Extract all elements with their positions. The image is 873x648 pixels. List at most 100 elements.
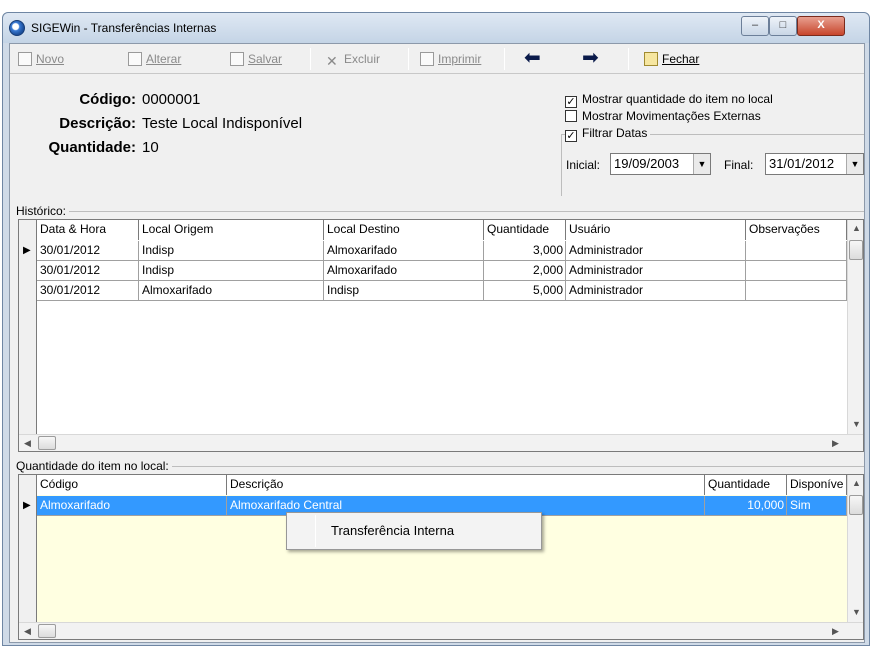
column-header[interactable]: Local Destino <box>324 220 484 240</box>
historico-grid-header: Data & Hora Local Origem Local Destino Q… <box>37 220 847 240</box>
imprimir-label: Imprimir <box>438 52 482 66</box>
checkbox-box[interactable]: ✓ <box>565 96 577 108</box>
context-menu-gutter <box>315 515 316 547</box>
current-row-pointer-icon: ▶ <box>23 245 31 256</box>
checkbox-box[interactable]: ✓ <box>565 130 577 142</box>
fechar-button[interactable]: Fechar <box>644 49 699 69</box>
minimize-button[interactable]: – <box>741 16 769 36</box>
final-label: Final: <box>724 158 754 172</box>
scroll-down-icon[interactable]: ▼ <box>848 604 863 621</box>
table-cell[interactable]: Indisp <box>139 241 324 261</box>
column-header[interactable]: Data & Hora <box>37 220 139 240</box>
current-row-pointer-icon: ▶ <box>23 500 31 511</box>
table-row[interactable]: ▶ 30/01/2012 Indisp Almoxarifado 3,000 A… <box>19 241 847 261</box>
inicial-date-value: 19/09/2003 <box>614 156 680 171</box>
app-icon <box>9 20 25 36</box>
alterar-button[interactable]: Alterar <box>128 49 181 69</box>
scroll-thumb[interactable] <box>38 624 56 638</box>
scroll-down-icon[interactable]: ▼ <box>848 416 863 433</box>
scroll-right-icon[interactable]: ▶ <box>827 435 844 451</box>
table-cell[interactable] <box>746 241 847 261</box>
excluir-button[interactable]: ✕ Excluir <box>326 49 380 69</box>
column-header[interactable]: Usuário <box>566 220 746 240</box>
table-cell[interactable]: 2,000 <box>484 261 566 281</box>
table-cell[interactable]: Indisp <box>139 261 324 281</box>
historico-grid[interactable]: Data & Hora Local Origem Local Destino Q… <box>18 219 864 452</box>
close-button[interactable]: X <box>797 16 845 36</box>
table-cell[interactable]: Almoxarifado <box>37 496 227 516</box>
scroll-thumb[interactable] <box>849 495 863 515</box>
final-date-combo[interactable]: 31/01/2012 ▼ <box>765 153 864 175</box>
toolbar-separator <box>310 48 311 70</box>
filtrar-datas-checkbox[interactable]: ✓ Filtrar Datas <box>565 126 651 142</box>
table-cell[interactable] <box>746 281 847 301</box>
table-cell[interactable]: Almoxarifado <box>324 241 484 261</box>
maximize-button[interactable]: □ <box>769 16 797 36</box>
table-cell[interactable]: Administrador <box>566 281 746 301</box>
previous-record-arrow-icon[interactable]: ⬅ <box>524 48 541 68</box>
window-title: SIGEWin - Transferências Internas <box>31 21 217 35</box>
table-row[interactable]: 30/01/2012 Indisp Almoxarifado 2,000 Adm… <box>19 261 847 281</box>
column-header[interactable]: Quantidade <box>484 220 566 240</box>
table-cell[interactable]: Sim <box>787 496 847 516</box>
new-document-icon <box>18 52 32 66</box>
table-cell[interactable]: 3,000 <box>484 241 566 261</box>
novo-button[interactable]: Novo <box>18 49 64 69</box>
scroll-up-icon[interactable]: ▲ <box>848 220 863 237</box>
column-header[interactable]: Observações <box>746 220 847 240</box>
table-cell[interactable]: 10,000 <box>705 496 787 516</box>
historico-horizontal-scrollbar[interactable]: ◀ ▶ <box>19 434 863 451</box>
chevron-down-icon[interactable]: ▼ <box>846 154 863 174</box>
table-cell[interactable] <box>746 261 847 281</box>
codigo-value: 0000001 <box>142 91 201 108</box>
title-bar[interactable]: SIGEWin - Transferências Internas – □ X <box>3 13 869 43</box>
column-header[interactable]: Disponíve <box>787 475 847 495</box>
column-header[interactable]: Código <box>37 475 227 495</box>
transferencia-interna-menu-item[interactable]: Transferência Interna <box>331 523 454 538</box>
quantidade-local-horizontal-scrollbar[interactable]: ◀ ▶ <box>19 622 863 639</box>
table-row[interactable]: 30/01/2012 Almoxarifado Indisp 5,000 Adm… <box>19 281 847 301</box>
delete-icon: ✕ <box>326 53 338 69</box>
table-cell[interactable]: Administrador <box>566 241 746 261</box>
alterar-label: Alterar <box>146 52 182 66</box>
chevron-down-icon[interactable]: ▼ <box>693 154 710 174</box>
toolbar: Novo Alterar Salvar ✕ Excluir Imprimir ⬅ … <box>10 44 864 74</box>
column-header[interactable]: Local Origem <box>139 220 324 240</box>
quantidade-value: 10 <box>142 139 159 156</box>
fechar-label: Fechar <box>662 52 700 66</box>
historico-vertical-scrollbar[interactable]: ▲ ▼ <box>847 220 863 434</box>
quantidade-local-vertical-scrollbar[interactable]: ▲ ▼ <box>847 475 863 622</box>
salvar-label: Salvar <box>248 52 283 66</box>
scroll-right-icon[interactable]: ▶ <box>827 623 844 639</box>
table-cell[interactable]: 30/01/2012 <box>37 241 139 261</box>
imprimir-button[interactable]: Imprimir <box>420 49 481 69</box>
column-header[interactable]: Quantidade <box>705 475 787 495</box>
divider <box>16 211 864 212</box>
inicial-date-combo[interactable]: 19/09/2003 ▼ <box>610 153 711 175</box>
table-cell[interactable]: Almoxarifado <box>139 281 324 301</box>
table-cell[interactable]: 30/01/2012 <box>37 281 139 301</box>
salvar-button[interactable]: Salvar <box>230 49 282 69</box>
scroll-up-icon[interactable]: ▲ <box>848 475 863 492</box>
scroll-thumb[interactable] <box>849 240 863 260</box>
quantidade-local-grid[interactable]: Código Descrição Quantidade Disponíve ▶ … <box>18 474 864 640</box>
checkbox-box[interactable] <box>565 110 577 122</box>
table-cell[interactable]: Indisp <box>324 281 484 301</box>
table-cell[interactable]: Administrador <box>566 261 746 281</box>
column-header[interactable]: Descrição <box>227 475 705 495</box>
table-cell[interactable]: 5,000 <box>484 281 566 301</box>
mostrar-quantidade-checkbox[interactable]: ✓ Mostrar quantidade do item no local <box>565 92 773 108</box>
table-cell[interactable]: 30/01/2012 <box>37 261 139 281</box>
scroll-left-icon[interactable]: ◀ <box>19 435 36 451</box>
scroll-left-icon[interactable]: ◀ <box>19 623 36 639</box>
quantidade-local-grid-header: Código Descrição Quantidade Disponíve <box>37 475 847 495</box>
next-record-arrow-icon[interactable]: ➡ <box>582 48 599 68</box>
mostrar-movimentacoes-checkbox[interactable]: Mostrar Movimentações Externas <box>565 109 761 123</box>
scroll-thumb[interactable] <box>38 436 56 450</box>
printer-icon <box>420 52 434 66</box>
context-menu: Transferência Interna <box>286 512 542 550</box>
toolbar-separator <box>628 48 629 70</box>
table-cell[interactable]: Almoxarifado <box>324 261 484 281</box>
close-door-icon <box>644 52 658 66</box>
novo-label: Novo <box>36 52 65 66</box>
